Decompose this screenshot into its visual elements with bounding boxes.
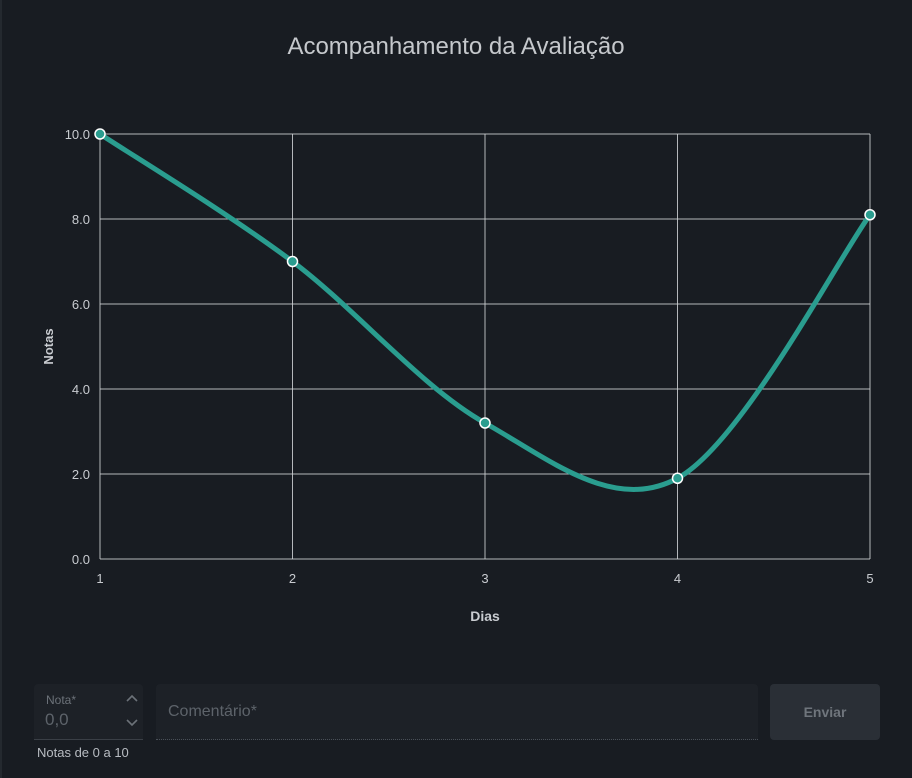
send-button[interactable]: Enviar — [770, 684, 880, 740]
y-tick-label: 10.0 — [65, 127, 90, 142]
comment-placeholder: Comentário* — [168, 703, 257, 720]
x-tick-label: 2 — [289, 571, 296, 586]
chevron-down-icon[interactable] — [125, 716, 139, 730]
nota-label: Nota* — [46, 693, 77, 707]
x-axis-label: Dias — [470, 608, 500, 624]
comment-input[interactable]: Comentário* — [156, 684, 758, 740]
nota-helper-text: Notas de 0 a 10 — [37, 745, 129, 760]
x-tick-label: 1 — [96, 571, 103, 586]
y-tick-label: 2.0 — [72, 467, 90, 482]
y-tick-label: 0.0 — [72, 552, 90, 567]
nota-value[interactable]: 0,0 — [45, 710, 69, 730]
y-tick-label: 4.0 — [72, 382, 90, 397]
nota-number-input[interactable]: Nota* 0,0 — [34, 684, 143, 740]
data-point — [94, 128, 106, 140]
x-tick-label: 3 — [481, 571, 488, 586]
y-tick-label: 6.0 — [72, 297, 90, 312]
chevron-up-icon[interactable] — [125, 691, 139, 705]
y-tick-label: 8.0 — [72, 212, 90, 227]
evaluation-form: Nota* 0,0 Notas de 0 a 10 Comentário* En… — [34, 684, 880, 760]
x-tick-label: 5 — [866, 571, 873, 586]
data-point — [286, 255, 299, 268]
data-point — [864, 209, 876, 221]
y-axis-label: Notas — [41, 328, 56, 364]
data-point — [479, 417, 491, 429]
data-point — [671, 472, 684, 484]
x-tick-label: 4 — [674, 571, 681, 586]
line-chart: 0.0 2.0 4.0 6.0 8.0 10.0 1 2 3 4 5 Dias Notas — [41, 127, 876, 624]
